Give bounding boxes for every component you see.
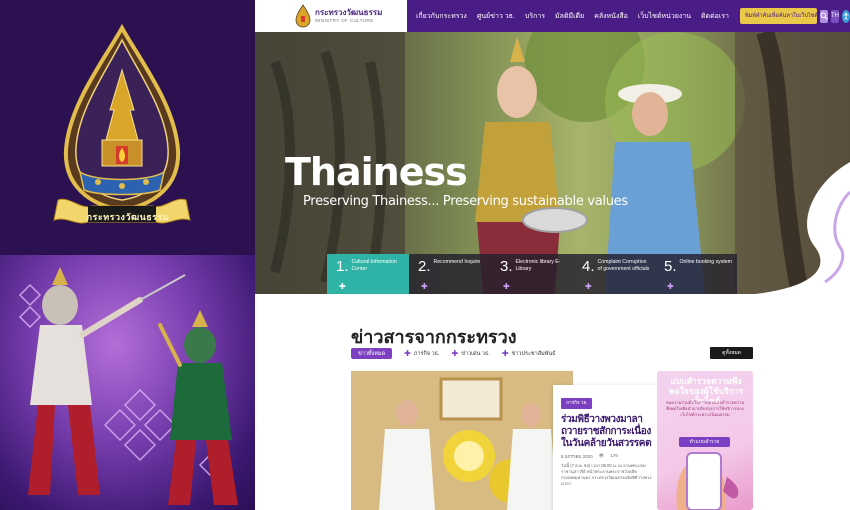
- service-plus-icon: ✚: [421, 282, 428, 291]
- main-menu: เกี่ยวกับกระทรวง ศูนย์ข่าว วธ. บริการ มั…: [407, 0, 850, 32]
- accessibility-icon[interactable]: [842, 9, 850, 23]
- plus-icon: ✚: [451, 349, 459, 358]
- survey-banner[interactable]: แบบสำรวจความพึงพอใจของผู้ใช้บริการเว็บไซ…: [657, 371, 753, 510]
- news-ceremony-image: [351, 371, 573, 510]
- menu-item-library[interactable]: คลังหนังสือ: [589, 11, 633, 22]
- news-card-meta: 8 มกราคม 2020 👁 176: [561, 453, 655, 460]
- news-card-excerpt: วันนี้ (7 ต.ค. 64) เวลา 08.00 น. ณ ลานพร…: [561, 463, 652, 486]
- menu-item-news-center[interactable]: ศูนย์ข่าว วธ.: [472, 11, 520, 22]
- news-category-badge: ภารกิจ วธ.: [561, 398, 593, 409]
- service-label: Recommend Inquire: [433, 259, 481, 265]
- service-e-library[interactable]: 3. Electronic library E-Library ✚: [491, 254, 573, 294]
- tab-all-news[interactable]: ข่าวทั้งหมด: [351, 348, 393, 359]
- service-label: Electronic library E-Library: [515, 259, 561, 272]
- news-date: 8 มกราคม 2020: [561, 454, 593, 459]
- menu-item-multimedia[interactable]: มัลติมีเดีย: [550, 11, 589, 22]
- site-logo[interactable]: กระทรวงวัฒนธรรม MINISTRY OF CULTURE: [255, 0, 405, 32]
- menu-item-about[interactable]: เกี่ยวกับกระทรวง: [411, 11, 472, 22]
- logo-text-th: กระทรวงวัฒนธรรม: [315, 8, 383, 17]
- news-photo[interactable]: [351, 371, 573, 510]
- service-complaint[interactable]: 4. Complaint Corruption of government of…: [573, 254, 655, 294]
- service-label: Online booking system: [679, 259, 732, 265]
- service-cultural-info[interactable]: 1. Cultural Information Center ✚: [327, 254, 409, 294]
- service-plus-icon: ✚: [503, 282, 510, 291]
- service-recommend[interactable]: 2. Recommend Inquire ✚: [409, 254, 491, 294]
- phone-hand-illustration: [676, 452, 739, 510]
- search-icon[interactable]: [820, 9, 828, 23]
- ministry-seal-icon: [295, 4, 311, 28]
- news-tabs: ข่าวทั้งหมด ✚ ภารกิจ วธ. ✚ ข่าวเด่น วธ. ✚ ข…: [351, 348, 567, 359]
- tab-ministry-mission[interactable]: ✚ ภารกิจ วธ.: [404, 349, 439, 358]
- service-plus-icon: ✚: [339, 282, 346, 291]
- seal-caption: กระทรวงวัฒนธรรม: [86, 212, 170, 222]
- khon-dancers-image: [0, 255, 255, 510]
- service-plus-icon: ✚: [585, 282, 592, 291]
- view-all-button[interactable]: ดูทั้งหมด: [710, 347, 753, 359]
- plus-icon: ✚: [501, 349, 509, 358]
- tab-press-release[interactable]: ✚ ข่าวประชาสัมพันธ์: [502, 349, 556, 358]
- khon-dancers-illustration: [18, 267, 238, 505]
- plus-icon: ✚: [404, 349, 411, 358]
- website: กระทรวงวัฒนธรรม MINISTRY OF CULTURE เกี่…: [255, 0, 850, 510]
- service-plus-icon: ✚: [667, 282, 674, 291]
- page: กระทรวงวัฒนธรรม กระทรวงวัฒนธรรม MINISTRY…: [0, 0, 850, 510]
- menu-item-agency-websites[interactable]: เว็บไซต์หน่วยงาน: [633, 11, 696, 22]
- tab-label: ข่าวประชาสัมพันธ์: [511, 350, 556, 357]
- ministry-seal-panel: กระทรวงวัฒนธรรม: [0, 0, 255, 255]
- services-bar: 1. Cultural Information Center ✚ 2. Reco…: [327, 254, 737, 294]
- language-button[interactable]: TH: [831, 9, 839, 23]
- logo-text-en: MINISTRY OF CULTURE: [315, 18, 374, 23]
- service-online-booking[interactable]: 5. Online booking system ✚: [655, 254, 737, 294]
- service-label: Complaint Corruption of government offic…: [597, 259, 650, 272]
- news-section-title: ข่าวสารจากกระทรวง: [351, 327, 517, 348]
- tab-label: ข่าวเด่น วธ.: [461, 350, 490, 357]
- tab-label: ภารกิจ วธ.: [413, 350, 440, 357]
- menu-item-services[interactable]: บริการ: [520, 11, 550, 22]
- eye-icon: 👁: [598, 453, 605, 458]
- tab-highlight-news[interactable]: ✚ ข่าวเด่น วธ.: [452, 349, 490, 358]
- news-views: 176: [610, 453, 618, 458]
- navbar: กระทรวงวัฒนธรรม MINISTRY OF CULTURE เกี่…: [255, 0, 850, 32]
- service-label: Cultural Information Center: [351, 259, 397, 272]
- search-input[interactable]: พิมพ์คำค้นเพื่อค้นหาในเว็บไซต์ กระทรวงวั…: [739, 8, 817, 24]
- news-card[interactable]: ภารกิจ วธ. ร่วมพิธีวางพวงมาลาถวายราชสักก…: [553, 385, 663, 510]
- menu-item-contact[interactable]: ติดต่อเรา: [696, 11, 734, 22]
- news-card-title[interactable]: ร่วมพิธีวางพวงมาลาถวายราชสักการะเนื่องใน…: [561, 414, 655, 450]
